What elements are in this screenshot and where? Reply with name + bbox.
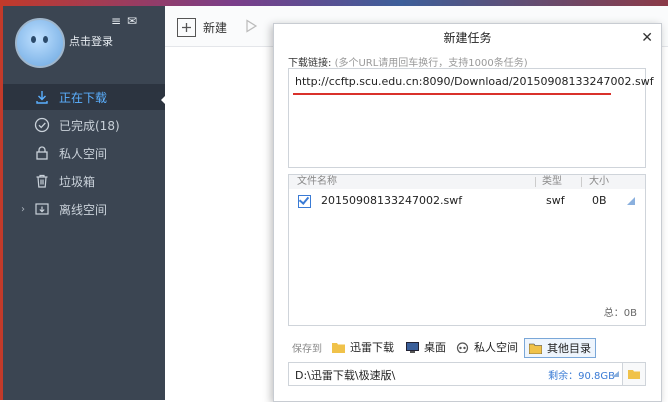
chevron-right-icon[interactable]: › <box>21 204 25 215</box>
total-size: 总：0B <box>603 308 637 319</box>
save-option-desktop[interactable]: 桌面 <box>406 338 446 356</box>
avatar-eye-left <box>31 36 36 43</box>
sidebar-item-label: 正在下载 <box>59 90 108 105</box>
file-list-header: 文件名称 类型 大小 <box>289 175 645 189</box>
sidebar-item-label: 已完成(18) <box>59 118 120 133</box>
save-option-label: 私人空间 <box>474 341 518 354</box>
url-text: http://ccftp.scu.edu.cn:8090/Download/20… <box>295 75 654 88</box>
close-icon[interactable]: ✕ <box>641 30 653 46</box>
save-option-thunder[interactable]: 迅雷下载 <box>332 338 394 356</box>
remaining-space: 剩余：90.8GB <box>548 371 615 382</box>
play-icon[interactable] <box>243 18 259 34</box>
save-option-label: 迅雷下载 <box>350 341 394 354</box>
file-type: swf <box>546 194 565 207</box>
folder-icon <box>529 343 542 354</box>
sidebar-item-completed[interactable]: 已完成(18) <box>3 112 165 138</box>
column-divider <box>535 177 536 187</box>
sidebar-item-label: 离线空间 <box>59 202 108 217</box>
login-link[interactable]: 点击登录 <box>69 33 113 49</box>
gift-icon[interactable]: ✉ <box>127 14 137 28</box>
desktop-icon <box>406 341 419 353</box>
file-size: 0B <box>592 194 607 207</box>
check-circle-icon <box>34 117 50 133</box>
save-option-other[interactable]: 其他目录 <box>524 338 596 358</box>
table-row[interactable]: 20150908133247002.swf swf 0B <box>289 191 645 211</box>
column-divider <box>581 177 582 187</box>
save-option-label: 其他目录 <box>547 342 591 355</box>
sidebar-item-label: 私人空间 <box>59 146 108 161</box>
url-input[interactable]: http://ccftp.scu.edu.cn:8090/Download/20… <box>288 68 654 168</box>
cloud-download-icon <box>35 203 49 215</box>
column-name[interactable]: 文件名称 <box>297 175 337 189</box>
dropdown-arrow-icon[interactable] <box>612 371 619 377</box>
folder-icon <box>628 370 640 379</box>
sidebar-item-trash[interactable]: 垃圾箱 <box>3 168 165 194</box>
sidebar-item-private-space[interactable]: 私人空间 <box>3 140 165 166</box>
save-label: 保存到 <box>292 344 322 355</box>
sidebar-item-offline-space[interactable]: › 离线空间 <box>3 196 165 222</box>
menu-icon[interactable]: ≡ <box>111 14 121 28</box>
browse-folder-button[interactable] <box>622 363 645 385</box>
column-size[interactable]: 大小 <box>589 175 609 189</box>
new-task-dialog: 新建任务 ✕ 下载链接: (多个URL请用回车换行，支持1000条任务) htt… <box>273 23 662 402</box>
trash-icon <box>36 174 48 188</box>
file-name: 20150908133247002.swf <box>321 194 463 207</box>
download-icon <box>36 91 48 104</box>
dialog-title: 新建任务 <box>443 31 492 45</box>
edit-corner-icon[interactable] <box>627 197 635 205</box>
avatar[interactable] <box>15 18 65 68</box>
plus-icon <box>177 18 196 37</box>
url-highlight-underline <box>293 93 611 95</box>
save-option-private[interactable]: 私人空间 <box>456 338 518 356</box>
file-checkbox[interactable] <box>298 194 311 208</box>
avatar-eye-right <box>43 36 48 43</box>
column-type[interactable]: 类型 <box>542 175 562 189</box>
save-path: D:\迅雷下载\极速版\ <box>295 369 396 382</box>
private-space-icon <box>456 341 469 353</box>
sidebar-item-downloading[interactable]: 正在下载 <box>3 84 165 110</box>
file-list: 文件名称 类型 大小 20150908133247002.swf swf 0B … <box>288 174 646 326</box>
save-location-row: 保存到 迅雷下载 桌面 私人空间 其他目录 <box>288 336 648 358</box>
new-task-label: 新建 <box>203 21 228 35</box>
lock-icon <box>36 146 48 160</box>
save-option-label: 桌面 <box>424 341 446 354</box>
check-icon <box>298 194 310 205</box>
link-label-row: 下载链接: (多个URL请用回车换行，支持1000条任务) <box>288 54 528 69</box>
new-task-button[interactable]: 新建 <box>177 18 227 37</box>
sidebar: 点击登录 ≡ ✉ 正在下载 已完成(18) 私人空间 垃圾箱 › 离线空间 <box>3 6 168 400</box>
folder-icon <box>332 342 345 353</box>
sidebar-item-label: 垃圾箱 <box>59 174 96 189</box>
save-path-input[interactable]: D:\迅雷下载\极速版\ 剩余：90.8GB <box>288 362 646 386</box>
